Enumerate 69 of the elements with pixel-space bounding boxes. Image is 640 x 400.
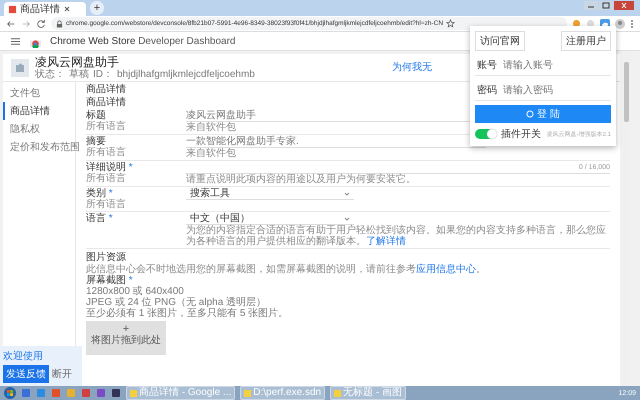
help-center-link[interactable]: 应用信息中心 (416, 264, 476, 275)
field-sublabel: 所有语言 (86, 121, 127, 132)
sidebar-item[interactable]: 文件包 (3, 84, 75, 102)
switch-label: 插件开关 (501, 128, 541, 141)
helper-text: 请重点说明此项内容的用途以及用户为何要安装它。 (186, 174, 417, 185)
section-heading: 商品详情 (86, 96, 126, 109)
image-drop-zone[interactable]: + 将图片拖到此处 (86, 321, 166, 355)
id-label: ID： (93, 69, 113, 80)
window-icon (130, 390, 137, 396)
window-icon (244, 390, 252, 396)
select-field[interactable]: 搜索工具 (186, 188, 354, 200)
sidebar-item[interactable]: 隐私权 (3, 120, 75, 138)
close-icon (614, 1, 634, 10)
menu-icon (630, 18, 634, 28)
toggle-switch[interactable] (475, 129, 497, 139)
forward-icon (21, 18, 31, 28)
help-link[interactable]: 为何我无 (392, 62, 432, 73)
field-sublabel: 所有语言 (86, 147, 127, 158)
field-label: 账号 (477, 58, 497, 72)
app-title: Chrome Web Store Developer Dashboard (50, 36, 236, 46)
menu-icon (10, 36, 21, 46)
item-id: bhjdjlhafgmljkmlejcdfeljcoehmb (117, 69, 255, 80)
start-icon (4, 387, 16, 399)
lock-icon (56, 20, 63, 28)
field-label: 标题 (86, 110, 107, 121)
maximize-icon (599, 1, 613, 10)
field-label: 屏幕截图 * (86, 275, 133, 286)
requirement-text: JPEG 或 24 位 PNG（无 alpha 透明层） (86, 297, 268, 308)
close-icon (63, 5, 71, 13)
requirement-text: 1280x800 或 640x400 (86, 286, 185, 297)
helper-text: 来自软件包 (186, 148, 237, 159)
sidebar-item[interactable]: 商品详情 (3, 102, 75, 120)
popup-button[interactable]: 访问官网 (475, 31, 525, 51)
caret-icon (344, 216, 350, 222)
popup-button[interactable]: 注册用户 (561, 31, 611, 51)
field-label: 语言 * (86, 213, 114, 224)
page-icon (8, 4, 17, 14)
field-label: 摘要 (86, 136, 107, 147)
helper-text: 为您的内容指定合适的语言有助于用户轻松找到该内容。如果您的内容支持多种语言，那么您应为各种语言的用户提供相应的翻译版本。了解详情 (186, 225, 607, 247)
field-label: 密码 (477, 84, 497, 97)
status-label: 状态： (35, 69, 65, 80)
star-icon (446, 19, 456, 28)
feedback-button[interactable]: 发送反馈 (3, 365, 49, 383)
requirement-text: 至少必须有 1 张图片，至多只能有 5 张图片。 (86, 308, 290, 319)
learn-more-link[interactable]: 了解详情 (366, 236, 406, 247)
field-label: 类别 * (86, 188, 114, 199)
status-value: 草稿 (69, 69, 89, 80)
page-heading: 商品详情 (86, 83, 126, 96)
minimize-icon (584, 1, 598, 10)
login-icon (526, 110, 534, 118)
new-tab-button[interactable]: + (90, 1, 104, 15)
select-field[interactable]: 中文（中国） (186, 213, 354, 225)
profile-icon (615, 18, 625, 28)
field-label: 详细说明 * (86, 162, 134, 173)
welcome-text: 欢迎使用 (3, 350, 44, 363)
browser-tab[interactable]: 商品详情 (4, 2, 86, 16)
caret-icon (344, 190, 350, 196)
description-text: 此信息中心会不时地选用您的屏幕截图，如需屏幕截图的说明，请前往参考应用信息中心。 (86, 264, 487, 275)
section-heading: 图片资源 (86, 251, 126, 264)
window-icon (334, 390, 342, 396)
reload-icon (36, 18, 46, 28)
input-field[interactable]: 请输入账号 (503, 60, 583, 70)
login-button[interactable]: 登 陆 (475, 105, 611, 123)
helper-text: 来自软件包 (186, 122, 237, 133)
field-sublabel: 所有语言 (86, 199, 127, 210)
item-title: 凌风云网盘助手 (35, 55, 120, 69)
back-icon (6, 18, 16, 28)
field-sublabel: 所有语言 (86, 173, 127, 184)
close-link[interactable]: 断开 (52, 367, 72, 381)
